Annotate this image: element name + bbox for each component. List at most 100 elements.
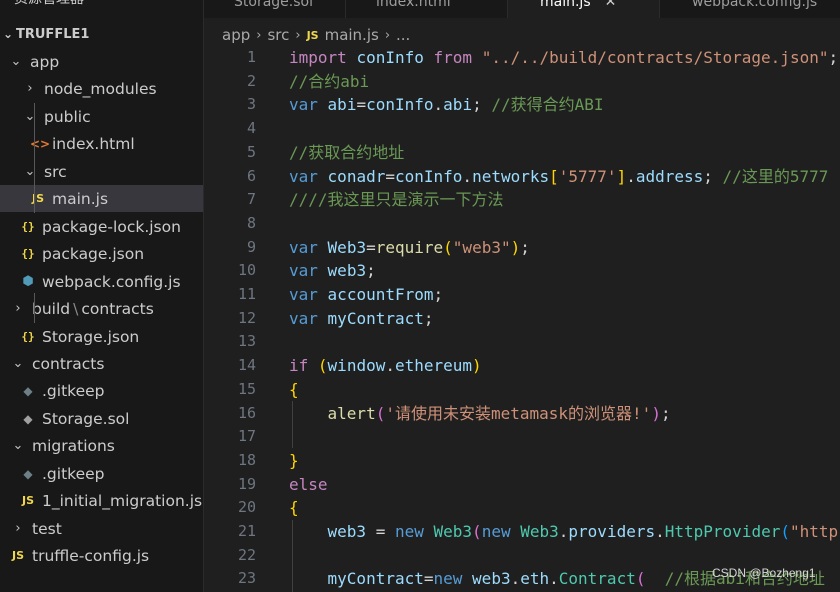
tree-file[interactable]: JS 1_initial_migration.js — [0, 487, 203, 514]
tree-file[interactable]: {} package-lock.json — [0, 213, 203, 240]
code-token: ; — [366, 261, 376, 281]
code-editor[interactable]: 1 import conInfo from "../../build/contra… — [204, 46, 840, 592]
code-token: ; — [520, 237, 530, 257]
code-line[interactable]: 21 web3 = new Web3(new Web3.providers.Ht… — [204, 520, 840, 544]
tree-folder[interactable]: ⌄ public — [0, 103, 203, 130]
code-line[interactable]: 14 if (window.ethereum) — [204, 354, 840, 378]
code-token: = — [366, 237, 376, 257]
tree-file[interactable]: ◆ .gitkeep — [0, 460, 203, 487]
code-text: var web3; — [289, 259, 376, 283]
tree-folder[interactable]: ⌄ src — [0, 158, 203, 185]
tab-bar: Storage.sol index.html main.js ✕ webpack… — [204, 0, 840, 18]
code-token: abi — [443, 95, 473, 115]
code-text: import conInfo from "../../build/contrac… — [289, 46, 838, 70]
code-token: [ — [549, 166, 559, 186]
project-name: TRUFFLE1 — [16, 26, 90, 42]
code-token: ) — [651, 403, 661, 423]
code-token: ( — [443, 237, 453, 257]
explorer-sidebar: 资源管理器 ⌄ TRUFFLE1 ⌄ app › node_modules ⌄ publi… — [0, 0, 204, 592]
git-file-icon: ◆ — [23, 383, 33, 398]
code-line[interactable]: 1 import conInfo from "../../build/contra… — [204, 46, 840, 70]
tree-folder[interactable]: › build \ contracts — [0, 295, 203, 322]
tree-file[interactable]: {} Storage.json — [0, 323, 203, 350]
code-token: web3 — [472, 569, 511, 589]
breadcrumb-symbol[interactable]: ... — [396, 26, 410, 44]
code-line[interactable]: 10 var web3; — [204, 259, 840, 283]
tab-webpack-config[interactable]: webpack.config.js — [660, 0, 840, 18]
json-file-icon: {} — [21, 220, 35, 233]
tree-file[interactable]: JS main.js — [0, 185, 203, 212]
code-text: ////我这里只是演示一下方法 — [289, 188, 504, 212]
breadcrumb-app[interactable]: app — [222, 26, 250, 44]
tree-file[interactable]: ◆ .gitkeep — [0, 377, 203, 404]
code-token: conInfo — [356, 48, 424, 67]
tree-item-label: 1_initial_migration.js — [42, 491, 203, 510]
code-line[interactable]: 11 var accountFrom; — [204, 283, 840, 307]
tab-main-js[interactable]: main.js ✕ — [508, 0, 660, 18]
line-number: 18 — [237, 450, 256, 469]
code-token: ( — [375, 403, 386, 423]
tab-label: webpack.config.js — [692, 0, 818, 10]
code-token: //获得合约ABI — [491, 95, 604, 115]
code-token: . — [510, 569, 521, 589]
tab-storage-sol[interactable]: Storage.sol — [220, 0, 346, 18]
line-number: 19 — [237, 474, 256, 493]
code-line[interactable]: 4 — [204, 117, 840, 141]
code-token: var — [289, 261, 318, 281]
code-line[interactable]: 20 { — [204, 496, 840, 520]
close-icon[interactable]: ✕ — [605, 0, 617, 10]
code-token: from — [433, 48, 473, 67]
chevron-down-icon: ⌄ — [12, 356, 24, 371]
code-line[interactable]: 3 var abi=conInfo.abi; //获得合约ABI — [204, 93, 840, 117]
breadcrumb-file[interactable]: main.js — [325, 26, 379, 44]
code-token: ( — [317, 356, 328, 376]
code-token: else — [289, 474, 328, 494]
code-token: = — [366, 522, 395, 541]
code-token: require — [375, 237, 444, 257]
tree-folder[interactable]: › test — [0, 515, 203, 542]
code-line[interactable]: 16 alert('请使用未安装metamask的浏览器!'); — [204, 402, 840, 426]
tree-folder[interactable]: ⌄ migrations — [0, 432, 203, 459]
tree-folder[interactable]: ⌄ contracts — [0, 350, 203, 377]
tree-item-label: public — [44, 107, 91, 126]
code-text: else — [289, 473, 328, 497]
code-token: myContract — [327, 569, 424, 589]
code-line[interactable]: 9 var Web3=require("web3"); — [204, 236, 840, 260]
tree-file[interactable]: ⬢ webpack.config.js — [0, 268, 203, 295]
code-line[interactable]: 17 — [204, 425, 840, 449]
code-line[interactable]: 19 else — [204, 473, 840, 497]
html-file-icon: <> — [30, 136, 51, 151]
code-line[interactable]: 22 — [204, 544, 840, 568]
code-token: myContract — [327, 308, 424, 328]
code-line[interactable]: 13 — [204, 330, 840, 354]
tree-folder[interactable]: ⌄ app — [0, 48, 203, 75]
tab-index-html[interactable]: index.html — [362, 0, 508, 18]
tree-file[interactable]: <> index.html — [0, 130, 203, 157]
code-line[interactable]: 5 //获取合约地址 — [204, 141, 840, 165]
code-line[interactable]: 2 //合约abi — [204, 70, 840, 94]
chevron-down-icon: ⌄ — [24, 164, 36, 179]
code-text: var accountFrom; — [289, 283, 443, 307]
code-line[interactable]: 12 var myContract; — [204, 307, 840, 331]
project-section-header[interactable]: ⌄ TRUFFLE1 — [0, 22, 203, 46]
tree-file[interactable]: ◆ Storage.sol — [0, 405, 203, 432]
explorer-title: 资源管理器 — [14, 0, 84, 8]
tree-file[interactable]: JS truffle-config.js — [0, 542, 203, 569]
code-token: web3 — [327, 522, 367, 541]
code-token: var — [289, 95, 318, 115]
breadcrumb-src[interactable]: src — [267, 26, 289, 44]
code-token: new — [433, 569, 463, 589]
code-line[interactable]: 15 { — [204, 378, 840, 402]
tree-item-label: Storage.json — [42, 327, 140, 346]
code-token: HttpProvider — [664, 522, 781, 541]
code-line[interactable]: 18} — [204, 449, 840, 473]
tree-folder[interactable]: › node_modules — [0, 75, 203, 102]
code-line[interactable]: 7 ////我这里只是演示一下方法 — [204, 188, 840, 212]
code-line[interactable]: 6 var conadr=conInfo.networks['5777'].add… — [204, 165, 840, 189]
tree-file[interactable]: {} package.json — [0, 240, 203, 267]
code-token: ; — [472, 95, 492, 115]
code-line[interactable]: 8 — [204, 212, 840, 236]
tab-label: index.html — [376, 0, 451, 10]
